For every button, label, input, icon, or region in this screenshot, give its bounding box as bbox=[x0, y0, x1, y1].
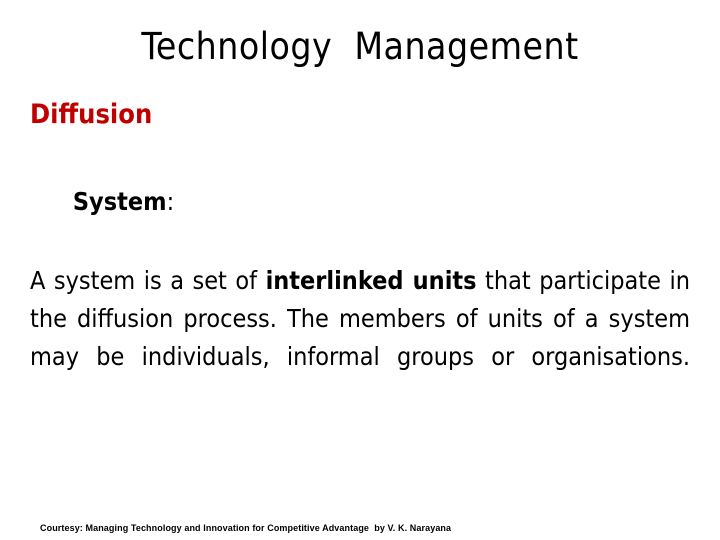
definition-emphasis: interlinked units bbox=[265, 266, 477, 295]
page-title: Technology Management bbox=[141, 25, 579, 68]
definition-paragraph: A system is a set of interlinked units t… bbox=[30, 262, 690, 414]
slide-body: Diffusion System: A system is a set of i… bbox=[30, 98, 690, 414]
definition-text-part-1: A system is a set of bbox=[30, 266, 266, 295]
section-heading-diffusion: Diffusion bbox=[30, 99, 153, 130]
courtesy-footnote: Courtesy: Managing Technology and Innova… bbox=[40, 523, 452, 533]
term-separator: : bbox=[166, 187, 175, 216]
slide-canvas: Technology Management Diffusion System: … bbox=[0, 0, 720, 540]
term-label: System bbox=[72, 187, 167, 216]
term-definition-label: System: bbox=[30, 154, 690, 250]
